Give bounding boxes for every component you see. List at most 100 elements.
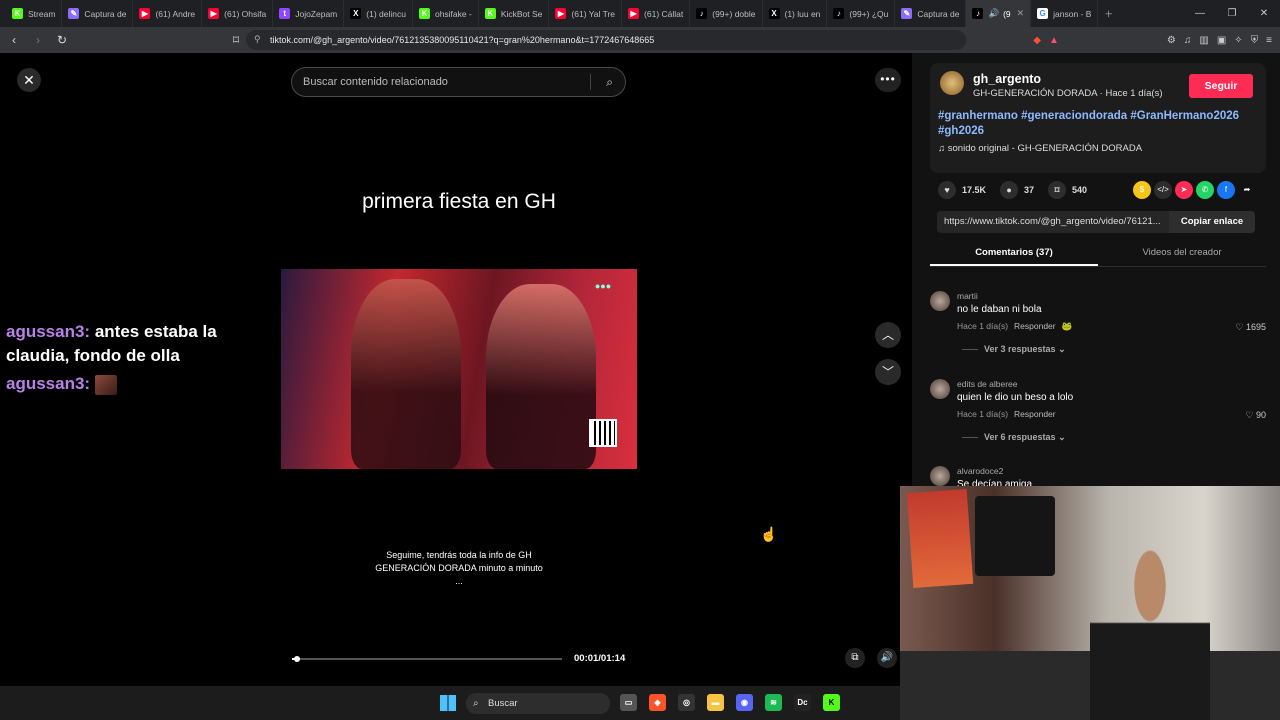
reload-icon[interactable]: ↻	[52, 33, 72, 47]
comment-username[interactable]: edits de alberee	[957, 379, 1018, 389]
wallet-icon[interactable]: ▣	[1217, 35, 1226, 46]
browser-tab[interactable]: ♪ (99+) ¿Qu	[827, 0, 896, 27]
browser-tab[interactable]: ✎ Captura de	[895, 0, 967, 27]
embed-icon[interactable]: </>	[1154, 181, 1172, 199]
browser-tab[interactable]: Kohsifake -	[413, 0, 479, 27]
media-icon[interactable]: ♫	[1184, 35, 1192, 46]
spotify-icon[interactable]: ≋	[765, 694, 782, 711]
view-replies-button[interactable]: Ver 3 respuestas ⌄	[962, 344, 1066, 355]
leo-icon[interactable]: ✧	[1234, 35, 1242, 46]
window-controls: — ❐ ✕	[1184, 0, 1280, 27]
tab-label: (1) luu en	[784, 8, 821, 19]
browser-tab[interactable]: ▶ (61) Cállat	[622, 0, 691, 27]
comment-text: no le daban ni bola	[957, 304, 1042, 315]
share-icon[interactable]: ➦	[1238, 181, 1256, 199]
author-name[interactable]: gh_argento	[973, 72, 1041, 86]
task-view-icon[interactable]: ▭	[620, 694, 637, 711]
send-icon[interactable]: ➤	[1175, 181, 1193, 199]
comment-like-button[interactable]: ♡ 1695	[1235, 322, 1266, 333]
vpn-icon[interactable]: ⛨	[1251, 35, 1259, 46]
comment-username[interactable]: alvarodoce2	[957, 466, 1003, 476]
tab-creator-videos[interactable]: Videos del creador	[1098, 241, 1266, 266]
maximize-icon[interactable]: ❐	[1216, 8, 1248, 19]
avatar[interactable]	[930, 291, 950, 311]
discord-icon[interactable]: ◉	[736, 694, 753, 711]
reply-button[interactable]: Responder	[1014, 321, 1056, 331]
stats-row: ♥ 17.5K ● 37 ⌑ 540	[938, 181, 1101, 199]
close-tab-icon[interactable]: ✕	[1017, 8, 1025, 19]
back-icon[interactable]: ‹	[4, 33, 24, 47]
address-bar[interactable]: ⚲ tiktok.com/@gh_argento/video/761213538…	[246, 30, 966, 50]
forward-icon[interactable]: ›	[28, 33, 48, 47]
windows-start-icon[interactable]	[440, 695, 456, 711]
avatar[interactable]	[930, 379, 950, 399]
sidebar-icon[interactable]: ▥	[1199, 35, 1208, 46]
facebook-icon[interactable]: f	[1217, 181, 1235, 199]
browser-tab[interactable]: K Stream	[6, 0, 63, 27]
brave-icon[interactable]: ◆	[649, 694, 666, 711]
search-icon[interactable]: ⌕	[606, 68, 613, 96]
brave-shield-icon[interactable]: ◆	[1033, 35, 1041, 46]
browser-tab[interactable]: ▶ (61) Ohsifa	[202, 0, 274, 27]
taskbar-search-label: Buscar	[488, 698, 518, 709]
extension-icon[interactable]: ⚙	[1167, 35, 1176, 46]
video-progress-bar[interactable]	[292, 656, 562, 662]
comment-like-button[interactable]: ♡ 90	[1245, 410, 1266, 421]
minimize-icon[interactable]: —	[1184, 8, 1216, 19]
next-video-button[interactable]: ﹀	[875, 359, 901, 385]
tab-comments[interactable]: Comentarios (37)	[930, 241, 1098, 266]
kick-icon[interactable]: K	[823, 694, 840, 711]
obs-icon[interactable]: ◎	[678, 694, 695, 711]
chevron-down-icon: ﹀	[881, 365, 894, 379]
follow-button[interactable]: Seguir	[1189, 74, 1253, 98]
browser-tab-active[interactable]: ♪ 🔊 (9 ✕	[966, 0, 1032, 27]
rewards-icon[interactable]: ▲	[1049, 35, 1059, 46]
view-replies-label: Ver 3 respuestas	[984, 344, 1056, 354]
browser-tab[interactable]: ♪ (99+) doble	[690, 0, 763, 27]
copy-link-button[interactable]: Copiar enlace	[1169, 211, 1255, 233]
site-info-icon[interactable]: ⚲	[254, 34, 261, 45]
close-video-button[interactable]: ✕	[17, 68, 41, 92]
comment-button[interactable]: ● 37	[1000, 181, 1034, 199]
sound-label: sonido original - GH-GENERACIÓN DORADA	[947, 143, 1143, 154]
new-tab-button[interactable]: ＋	[1098, 0, 1119, 27]
browser-tab[interactable]: ✎ Captura de	[62, 0, 134, 27]
folder-icon[interactable]: ▬	[707, 694, 724, 711]
sound-row[interactable]: ♫ sonido original - GH-GENERACIÓN DORADA	[938, 143, 1142, 154]
video-link[interactable]: https://www.tiktok.com/@gh_argento/video…	[944, 216, 1161, 227]
browser-tab[interactable]: X (1) luu en	[763, 0, 828, 27]
browser-tab[interactable]: ▶ (61) Andre	[133, 0, 203, 27]
davinci-icon[interactable]: Dc	[794, 694, 811, 711]
bookmark-icon[interactable]: ⌑	[226, 33, 246, 47]
hashtags[interactable]: #granhermano #generaciondorada #GranHerm…	[938, 109, 1258, 139]
whatsapp-icon[interactable]: ✆	[1196, 181, 1214, 199]
browser-tab[interactable]: X (1) delincu	[344, 0, 413, 27]
progress-knob[interactable]	[294, 656, 301, 662]
tab-label: (61) Andre	[155, 8, 196, 19]
reply-button[interactable]: Responder	[1014, 409, 1056, 419]
more-options-button[interactable]: •••	[875, 68, 901, 92]
pip-icon[interactable]: ⧉	[845, 648, 865, 668]
menu-icon[interactable]: ≡	[1266, 35, 1272, 46]
author-subtitle: GH-GENERACIÓN DORADA · Hace 1 día(s)	[973, 88, 1163, 99]
comment-likes: 90	[1255, 410, 1266, 420]
twitch-icon: t	[279, 8, 291, 19]
browser-tab[interactable]: K KickBot Se	[479, 0, 550, 27]
save-button[interactable]: ⌑ 540	[1048, 181, 1087, 199]
avatar[interactable]	[940, 71, 964, 95]
coin-icon[interactable]: $	[1133, 181, 1151, 199]
like-button[interactable]: ♥ 17.5K	[938, 181, 986, 199]
video-player[interactable]: primera fiesta en GH ●●● Seguime, tendrá…	[281, 100, 637, 686]
previous-video-button[interactable]: ︿	[875, 322, 901, 348]
browser-tab[interactable]: Gjanson - B	[1031, 0, 1099, 27]
heart-outline-icon: ♡	[1245, 410, 1254, 420]
close-window-icon[interactable]: ✕	[1248, 8, 1280, 19]
view-replies-button[interactable]: Ver 6 respuestas ⌄	[962, 432, 1066, 443]
comment-username[interactable]: martii	[957, 291, 978, 301]
browser-tab[interactable]: t JojoZepam	[273, 0, 345, 27]
browser-tab[interactable]: ▶ (61) Yal Tre	[549, 0, 623, 27]
search-input[interactable]: Buscar contenido relacionado ⌕	[291, 67, 626, 97]
volume-icon[interactable]: 🔊	[877, 648, 897, 668]
taskbar-search[interactable]: ⌕ Buscar	[466, 693, 610, 714]
avatar[interactable]	[930, 466, 950, 486]
